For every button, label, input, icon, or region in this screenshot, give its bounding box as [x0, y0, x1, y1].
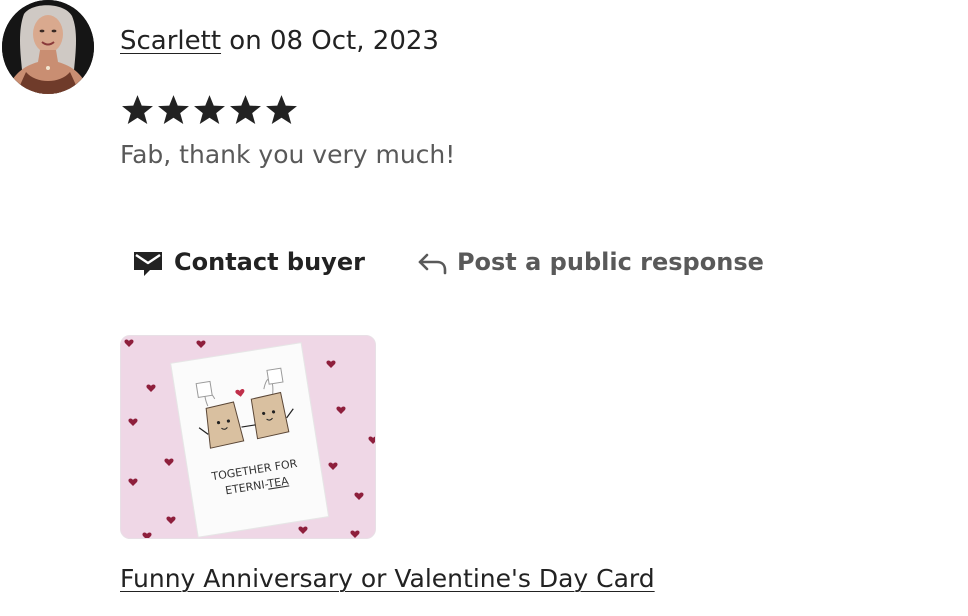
post-public-response-label: Post a public response — [456, 248, 764, 276]
star-icon — [122, 95, 153, 124]
contact-buyer-button[interactable]: Contact buyer — [130, 244, 365, 280]
greeting-card: TOGETHER FOR ETERNI-TEA — [170, 342, 330, 538]
star-icon — [194, 95, 225, 124]
review-text: Fab, thank you very much! — [120, 140, 456, 169]
reviewer-avatar[interactable] — [2, 0, 94, 94]
reply-arrow-icon — [418, 253, 447, 275]
reviewer-photo — [2, 0, 94, 94]
reviewer-name-link[interactable]: Scarlett — [120, 26, 221, 56]
star-rating — [120, 90, 299, 132]
review-date: on 08 Oct, 2023 — [221, 26, 439, 56]
star-icon — [230, 95, 261, 124]
star-icon — [266, 95, 297, 124]
listing-photo: TOGETHER FOR ETERNI-TEA — [121, 336, 375, 538]
review-header: Scarlett on 08 Oct, 2023 — [120, 24, 439, 58]
listing-thumbnail[interactable]: TOGETHER FOR ETERNI-TEA — [120, 335, 376, 539]
post-public-response-button[interactable]: Post a public response — [415, 245, 764, 279]
contact-buyer-label: Contact buyer — [174, 248, 365, 276]
star-icon — [158, 95, 189, 124]
listing-title-link[interactable]: Funny Anniversary or Valentine's Day Car… — [120, 562, 655, 596]
review-item: Scarlett on 08 Oct, 2023 Fab, thank you … — [0, 0, 968, 616]
envelope-icon — [134, 252, 162, 276]
review-actions: Contact buyer Post a public response — [130, 240, 764, 284]
